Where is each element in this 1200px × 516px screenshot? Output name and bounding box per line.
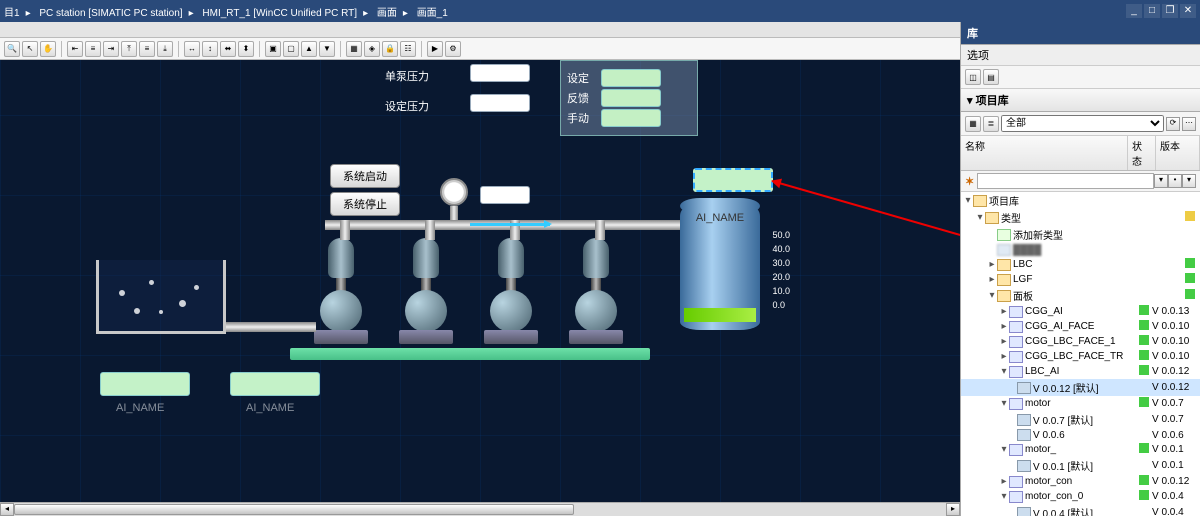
tree-item[interactable]: ▸CGG_LBC_FACE_TRV 0.0.10 <box>961 349 1200 364</box>
ai-name-1: AI_NAME <box>116 402 164 414</box>
editor-toolbar: 🔍 ↖ ✋ ⇤ ≡ ⇥ ⤒ ≡ ⤓ ↔ ↕ ⬌ ⬍ ▣ ▢ ▲ ▼ ▦ ◈ 🔒 … <box>0 38 960 60</box>
tool-front-icon[interactable]: ▲ <box>301 41 317 57</box>
label-set: 设定 <box>567 70 601 86</box>
tool-layer-icon[interactable]: ☷ <box>400 41 416 57</box>
tree-item-version[interactable]: V 0.0.4 [默认]V 0.0.4 <box>961 504 1200 516</box>
filter-dd-2[interactable]: • <box>1168 174 1182 188</box>
tool-align-middle-icon[interactable]: ≡ <box>139 41 155 57</box>
flow-direction-arrow-icon <box>470 223 550 226</box>
filter-dd-3[interactable]: ▾ <box>1182 174 1196 188</box>
field-feedback[interactable] <box>601 89 661 107</box>
options-header[interactable]: 选项 <box>961 45 1200 66</box>
system-stop-button[interactable]: 系统停止 <box>330 192 400 216</box>
label-single-pump-pressure: 单泵压力 <box>385 68 429 84</box>
field-single-pump-pressure[interactable] <box>470 64 530 82</box>
minimize-button[interactable]: _ <box>1126 4 1142 18</box>
library-tree[interactable]: ▾项目库 ▾类型 添加新类型 ████ ▸LBC ▸LGF ▾面板 ▸CGG_A… <box>961 192 1200 516</box>
tree-item-version[interactable]: V 0.0.6V 0.0.6 <box>961 428 1200 442</box>
library-header: 库 <box>961 22 1200 45</box>
pump-2[interactable] <box>395 238 455 348</box>
tool-zoom-icon[interactable]: 🔍 <box>4 41 20 57</box>
label-set-pressure: 设定压力 <box>385 98 429 114</box>
tool-align-right-icon[interactable]: ⇥ <box>103 41 119 57</box>
lib-filter-select[interactable]: 全部 <box>1001 115 1164 132</box>
close-button[interactable]: ✕ <box>1180 4 1196 18</box>
lib-tool-refresh-icon[interactable]: ⟳ <box>1166 117 1180 131</box>
opt-tool-2-icon[interactable]: ▤ <box>983 69 999 85</box>
tool-settings-icon[interactable]: ⚙ <box>445 41 461 57</box>
tree-item[interactable]: ▸CGG_LBC_FACE_1V 0.0.10 <box>961 334 1200 349</box>
tank-scale: 50.040.030.020.010.00.0 <box>772 228 790 312</box>
field-set[interactable] <box>601 69 661 87</box>
tool-ungroup-icon[interactable]: ▢ <box>283 41 299 57</box>
params-panel: 设定 反馈 手动 <box>560 60 698 136</box>
lib-tool-list-icon[interactable]: ≣ <box>983 116 999 132</box>
project-lib-header[interactable]: ▾ 项目库 <box>961 89 1200 112</box>
pump-platform <box>290 348 650 360</box>
ai-name-2: AI_NAME <box>246 402 294 414</box>
tree-item[interactable]: ▸CGG_AI_FACEV 0.0.10 <box>961 319 1200 334</box>
tool-snap-icon[interactable]: ◈ <box>364 41 380 57</box>
tree-item[interactable]: ▾motor_con_0V 0.0.4 <box>961 489 1200 504</box>
filter-icon: ✶ <box>965 175 974 188</box>
faceplate-placeholder-2[interactable] <box>230 372 320 396</box>
tank[interactable]: AI_NAME 50.040.030.020.010.00.0 <box>680 198 760 338</box>
pressure-gauge-icon <box>440 178 468 206</box>
tool-align-bottom-icon[interactable]: ⤓ <box>157 41 173 57</box>
tree-item-version[interactable]: V 0.0.7 [默认]V 0.0.7 <box>961 411 1200 428</box>
tree-item[interactable]: ▸motor_conV 0.0.12 <box>961 474 1200 489</box>
pump-1[interactable] <box>310 238 370 348</box>
system-start-button[interactable]: 系统启动 <box>330 164 400 188</box>
tool-play-icon[interactable]: ▶ <box>427 41 443 57</box>
tool-dist-v-icon[interactable]: ↕ <box>202 41 218 57</box>
field-manual[interactable] <box>601 109 661 127</box>
inlet-pipe <box>226 322 316 332</box>
restore-button[interactable]: ❐ <box>1162 4 1178 18</box>
tool-same-h-icon[interactable]: ⬍ <box>238 41 254 57</box>
faceplate-placeholder-1[interactable] <box>100 372 190 396</box>
options-toolbar: ◫ ▤ <box>961 66 1200 89</box>
water-basin[interactable] <box>96 260 226 334</box>
tree-item[interactable]: ▾LBC_AIV 0.0.12 <box>961 364 1200 379</box>
lib-tool-view-icon[interactable]: ▦ <box>965 116 981 132</box>
tree-columns-header: 名称 状态 版本 <box>961 136 1200 171</box>
tool-back-icon[interactable]: ▼ <box>319 41 335 57</box>
tree-item[interactable]: ▾motor_V 0.0.1 <box>961 442 1200 457</box>
opt-tool-1-icon[interactable]: ◫ <box>965 69 981 85</box>
gauge-value-field[interactable] <box>480 186 530 204</box>
tool-pan-icon[interactable]: ✋ <box>40 41 56 57</box>
editor-area: 🔍 ↖ ✋ ⇤ ≡ ⇥ ⤒ ≡ ⤓ ↔ ↕ ⬌ ⬍ ▣ ▢ ▲ ▼ ▦ ◈ 🔒 … <box>0 22 960 516</box>
tool-lock-icon[interactable]: 🔒 <box>382 41 398 57</box>
canvas-h-scrollbar[interactable]: ◂▸ <box>0 502 960 516</box>
tree-item[interactable]: ▸CGG_AIV 0.0.13 <box>961 304 1200 319</box>
drag-indicator-arrow <box>772 180 960 251</box>
filter-dd-1[interactable]: ▾ <box>1154 174 1168 188</box>
label-manual: 手动 <box>567 110 601 126</box>
lib-tool-more-icon[interactable]: ⋯ <box>1182 117 1196 131</box>
tool-align-top-icon[interactable]: ⤒ <box>121 41 137 57</box>
field-set-pressure[interactable] <box>470 94 530 112</box>
pump-3[interactable] <box>480 238 540 348</box>
pump-4[interactable] <box>565 238 625 348</box>
tool-align-left-icon[interactable]: ⇤ <box>67 41 83 57</box>
library-panel: 库 选项 ◫ ▤ ▾ 项目库 ▦ ≣ 全部 ⟳ ⋯ 名称 状态 版本 ✶ ▾ •… <box>960 22 1200 516</box>
dropped-faceplate-selection[interactable] <box>693 168 773 192</box>
tool-pointer-icon[interactable]: ↖ <box>22 41 38 57</box>
tree-item-version[interactable]: V 0.0.12 [默认]V 0.0.12 <box>961 379 1200 396</box>
tree-filter-input[interactable] <box>977 173 1154 189</box>
tool-grid-icon[interactable]: ▦ <box>346 41 362 57</box>
tool-align-center-icon[interactable]: ≡ <box>85 41 101 57</box>
tool-group-icon[interactable]: ▣ <box>265 41 281 57</box>
tree-item[interactable]: ▾motorV 0.0.7 <box>961 396 1200 411</box>
tool-dist-h-icon[interactable]: ↔ <box>184 41 200 57</box>
tank-name-label: AI_NAME <box>680 212 760 224</box>
title-bar: 目1▸ PC station [SIMATIC PC station]▸ HMI… <box>0 0 1200 22</box>
label-feedback: 反馈 <box>567 90 601 106</box>
design-canvas[interactable]: 单泵压力 设定压力 设定 反馈 手动 系统启动 系统停止 <box>0 60 960 516</box>
maximize-button[interactable]: □ <box>1144 4 1160 18</box>
gauge-pipe <box>450 206 458 220</box>
breadcrumb: 目1▸ PC station [SIMATIC PC station]▸ HMI… <box>4 4 448 19</box>
tool-same-w-icon[interactable]: ⬌ <box>220 41 236 57</box>
tree-item-version[interactable]: V 0.0.1 [默认]V 0.0.1 <box>961 457 1200 474</box>
